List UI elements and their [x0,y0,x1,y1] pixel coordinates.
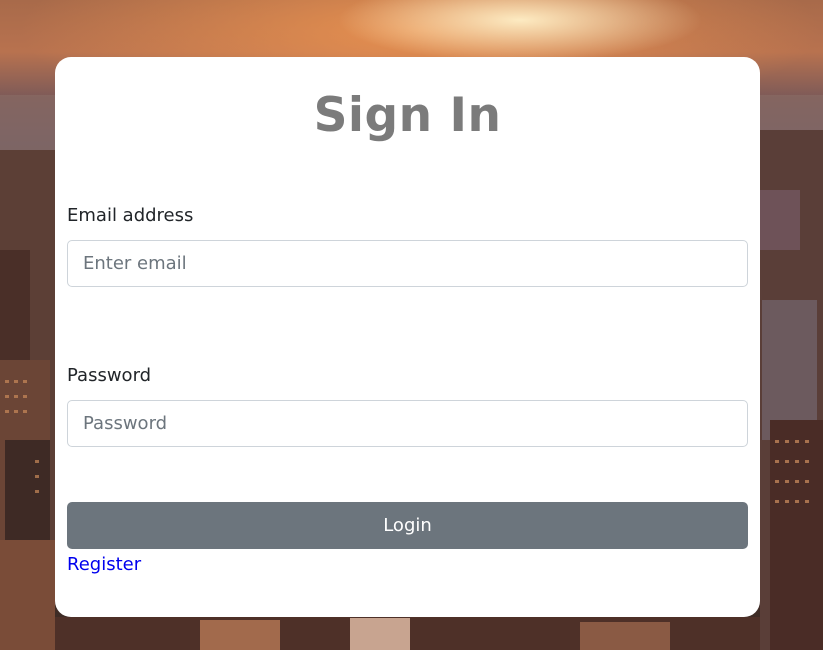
password-label: Password [67,365,152,386]
page-title: Sign In [313,88,502,143]
register-link[interactable]: Register [67,554,141,575]
email-input[interactable] [67,240,748,287]
email-label: Email address [67,205,194,226]
password-input[interactable] [67,400,748,447]
login-button[interactable]: Login [67,502,748,549]
